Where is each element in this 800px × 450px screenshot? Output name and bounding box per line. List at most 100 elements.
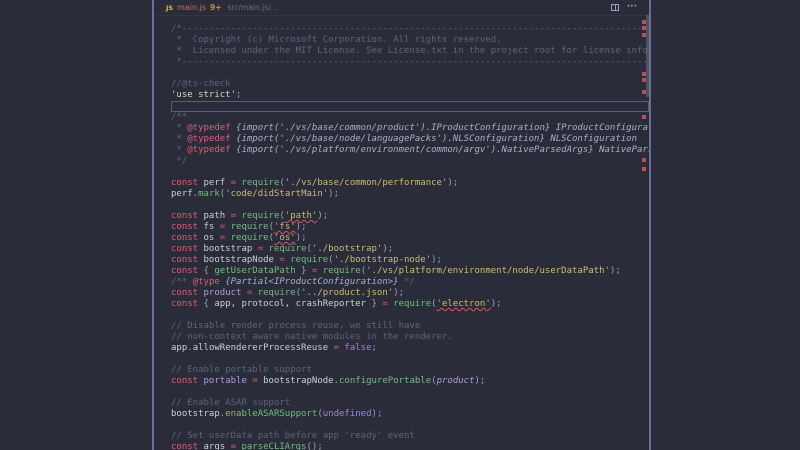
code-line: * @typedef {import('./vs/base/common/pro… [171,123,649,134]
scrollbar-thumb[interactable] [646,15,649,97]
code-line: /** @type {Partial<IProductConfiguration… [171,277,649,288]
code-token: ); [372,409,383,419]
code-line: const perf = require('./vs/base/common/p… [171,178,649,189]
code-token: require [393,299,431,309]
code-token: app [171,343,187,353]
code-token: (); [306,442,322,450]
code-token: './bootstrap' [312,244,382,254]
code-token: ); [491,299,502,309]
code-token: */ [171,156,187,166]
code-line: * @typedef {import('./vs/base/node/langu… [171,134,649,145]
code-token: const [171,222,198,232]
code-token: const [171,442,198,450]
code-token: @type [193,277,220,287]
code-token: const [171,288,198,298]
code-token: { [204,299,215,309]
code-token: false [344,343,371,353]
code-token: * Licensed under the MIT License. See Li… [171,46,649,56]
code-token: bootstrap [198,244,258,254]
code-token: const [171,211,198,221]
code-area[interactable]: /*--------------------------------------… [154,24,649,450]
code-token: ); [610,266,621,276]
code-token: // Enable portable support [171,365,312,375]
code-token: product [204,288,242,298]
code-line: // Set userData path before app 'ready' … [171,431,649,442]
code-token: // Enable ASAR support [171,398,290,408]
code-token: * Copyright (c) Microsoft Corporation. A… [171,35,502,45]
code-token: ); [475,376,486,386]
code-token: ); [317,211,328,221]
code-token: './bootstrap-node' [334,255,432,265]
cursor-line [171,101,649,112]
tab-main-js[interactable]: JS main.js 9+ [166,3,222,12]
code-token: const [171,244,198,254]
code-line: const path = require('path'); [171,211,649,222]
centered-layout-right-sash[interactable] [649,0,651,450]
code-token: allowRendererProcessReuse [193,343,334,353]
code-token: perf [198,178,231,188]
code-token: require [258,288,296,298]
code-token: @typedef [187,145,230,155]
split-editor-icon[interactable] [611,4,619,11]
squiggle-token: 'fs' [274,222,296,232]
code-token: ); [393,288,404,298]
code-token: IProductConfiguration [550,123,649,133]
code-token: // Set userData path before app 'ready' … [171,431,415,441]
code-token: require [290,255,328,265]
code-token: } [296,266,307,276]
code-line: //@ts-check [171,79,649,90]
code-token: NLSConfiguration [545,134,637,144]
code-token: const [171,178,198,188]
code-token: } [366,299,377,309]
code-line [171,200,649,211]
code-token: {import('./vs/platform/environment/commo… [236,145,594,155]
code-token: /** [171,277,193,287]
code-token: require [241,178,279,188]
code-token: path [198,211,231,221]
code-line [171,68,649,79]
code-token: {import('./vs/base/node/languagePacks').… [236,134,545,144]
code-line: // Enable portable support [171,365,649,376]
code-line: bootstrap.enableASARSupport(undefined); [171,409,649,420]
squiggle-token: 'electron' [437,299,491,309]
code-token: *---------------------------------------… [171,57,649,67]
code-token: ); [296,233,307,243]
code-token: require [231,222,269,232]
code-token: { [204,266,215,276]
code-token: perf [171,189,193,199]
code-token: ; [236,90,241,100]
code-line: app.allowRendererProcessReuse = false; [171,343,649,354]
code-token: ); [447,178,458,188]
code-token: 'use strict' [171,90,236,100]
squiggle-token: 'path' [285,211,318,221]
code-line [171,167,649,178]
more-actions-icon[interactable]: ··· [627,4,637,11]
code-token: portable [204,376,247,386]
code-token: @typedef [187,123,230,133]
code-line: * Licensed under the MIT License. See Li… [171,46,649,57]
code-token: const [171,299,198,309]
ruler-error-mark [642,158,646,162]
code-token: require [241,211,279,221]
code-line: const fs = require('fs'); [171,222,649,233]
code-line: const bootstrap = require('./bootstrap')… [171,244,649,255]
problems-badge: 9+ [210,3,222,12]
code-token: // non-context aware native modules in t… [171,332,453,342]
code-token: bootstrap [171,409,220,419]
code-token: 'code/didStartMain' [225,189,328,199]
code-token: ); [382,244,393,254]
code-token: getUserDataPath [214,266,295,276]
code-token: args [198,442,231,450]
code-token: const [171,233,198,243]
vscode-window: JS main.js 9+ src/main.js/... ··· /*----… [0,0,800,450]
code-line: // Disable render process reuse, we stil… [171,321,649,332]
code-token: require [323,266,361,276]
breadcrumb[interactable]: src/main.js/... [228,3,278,12]
code-token: parseCLIArgs [241,442,306,450]
code-line: const portable = bootstrapNode.configure… [171,376,649,387]
code-line: * Copyright (c) Microsoft Corporation. A… [171,35,649,46]
code-token: ); [431,255,442,265]
code-token: ); [296,222,307,232]
code-line: // Enable ASAR support [171,398,649,409]
code-token: const [171,376,198,386]
